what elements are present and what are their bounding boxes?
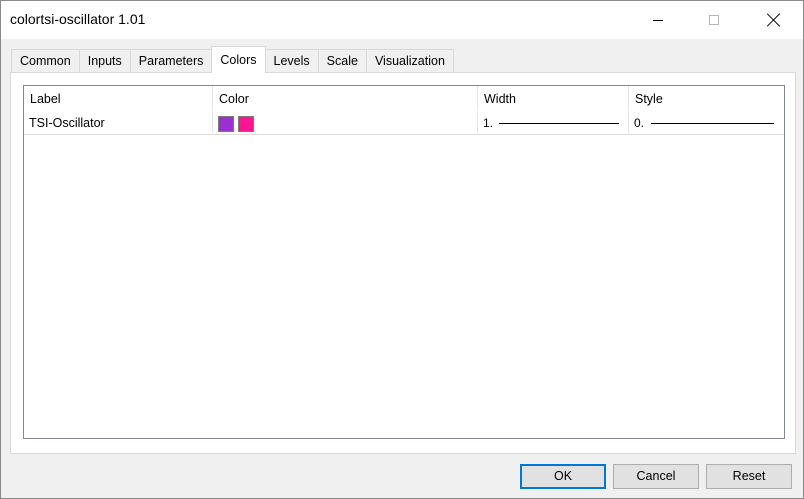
close-icon xyxy=(767,13,781,27)
row-style[interactable]: 0. xyxy=(629,111,784,135)
row-label: TSI-Oscillator xyxy=(24,111,213,135)
maximize-icon xyxy=(709,15,719,25)
width-value: 1. xyxy=(483,116,494,130)
window-title: colortsi-oscillator 1.01 xyxy=(10,11,146,27)
minimize-button[interactable] xyxy=(635,1,681,39)
header-style[interactable]: Style xyxy=(629,86,784,110)
colors-tab-panel: Label Color Width Style TSI-Oscillator 1… xyxy=(10,72,796,454)
ok-button[interactable]: OK xyxy=(520,464,606,489)
width-line-preview xyxy=(499,123,619,124)
tab-colors[interactable]: Colors xyxy=(211,46,266,73)
tab-parameters[interactable]: Parameters xyxy=(129,49,213,73)
maximize-button[interactable] xyxy=(691,1,737,39)
row-width[interactable]: 1. xyxy=(478,111,629,135)
tab-bar: Common Inputs Parameters Colors Levels S… xyxy=(11,46,454,73)
dialog-window: colortsi-oscillator 1.01 Common Inputs P… xyxy=(0,0,804,499)
tab-levels[interactable]: Levels xyxy=(264,49,319,73)
header-width[interactable]: Width xyxy=(478,86,629,110)
row-colors xyxy=(213,111,478,135)
tab-visualization[interactable]: Visualization xyxy=(365,49,454,73)
colors-grid: Label Color Width Style TSI-Oscillator 1… xyxy=(23,85,785,439)
tab-inputs[interactable]: Inputs xyxy=(78,49,131,73)
title-bar[interactable]: colortsi-oscillator 1.01 xyxy=(1,1,803,39)
cancel-button[interactable]: Cancel xyxy=(613,464,699,489)
header-color[interactable]: Color xyxy=(213,86,478,110)
style-value: 0. xyxy=(634,116,645,130)
color-swatch-2[interactable] xyxy=(238,116,254,132)
header-label[interactable]: Label xyxy=(24,86,213,110)
table-row[interactable]: TSI-Oscillator 1. 0. xyxy=(24,111,784,135)
reset-button[interactable]: Reset xyxy=(706,464,792,489)
grid-header: Label Color Width Style xyxy=(24,86,784,110)
style-line-preview xyxy=(651,123,774,124)
minimize-icon xyxy=(653,19,663,21)
tab-scale[interactable]: Scale xyxy=(317,49,367,73)
tab-common[interactable]: Common xyxy=(11,49,80,73)
close-button[interactable] xyxy=(751,1,797,39)
color-swatch-1[interactable] xyxy=(218,116,234,132)
